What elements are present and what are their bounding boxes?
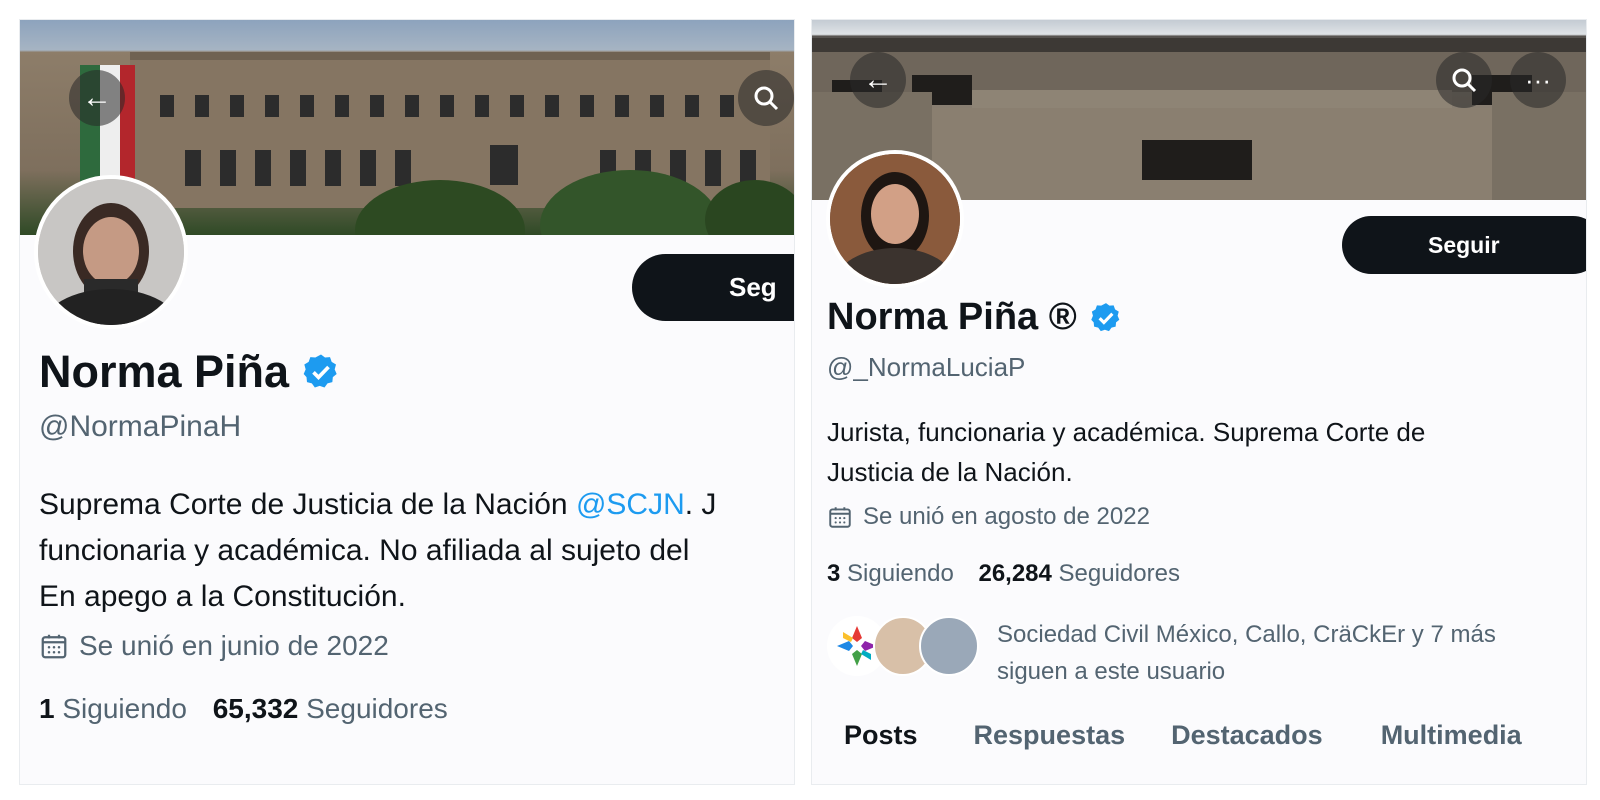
profile-bio: Jurista, funcionaria y académica. Suprem… [827,412,1547,492]
following-label: Siguiendo [847,560,954,587]
bio-line-1: Suprema Corte de Justicia de la Nación @… [39,482,794,528]
profile-panel-right: ← ··· Seguir Norma Piña ® @_NormaLuciaP … [811,19,1587,785]
bio-line-3: En apego a la Constitución. [39,580,406,613]
followers-label: Seguidores [306,693,448,724]
following-link[interactable]: 1 Siguiendo [39,693,187,724]
followers-count: 26,284 [978,560,1052,587]
avatar-image [38,179,184,325]
profile-name-text: Norma Piña ® [827,296,1077,338]
arrow-left-icon: ← [82,81,112,114]
bio-text: Suprema Corte de Justicia de la Nación [39,488,576,521]
avatar[interactable] [826,150,964,288]
calendar-icon [829,507,851,528]
followers-link[interactable]: 65,332 Seguidores [213,693,448,724]
search-button[interactable] [738,70,794,126]
more-button[interactable]: ··· [1510,52,1566,108]
joined-text: Se unió en junio de 2022 [79,630,389,661]
profile-handle: @_NormaLuciaP [827,352,1026,382]
profile-tabs: Posts Respuestas Destacados Multimedia [812,720,1522,751]
follower-avatar [919,616,979,676]
following-label: Siguiendo [62,693,187,724]
profile-bio: Suprema Corte de Justicia de la Nación @… [39,482,794,620]
followed-by-line-2: siguen a este usuario [997,658,1226,685]
bio-line-1: Jurista, funcionaria y académica. Suprem… [827,417,1426,447]
joined-date: Se unió en junio de 2022 [39,630,389,662]
profile-name-text: Norma Piña [39,346,290,397]
joined-text: Se unió en agosto de 2022 [863,503,1150,530]
following-count: 3 [827,560,841,587]
followers-label: Seguidores [1058,560,1180,587]
follow-button[interactable]: Seguir [1342,216,1586,274]
profile-panel-left: ← Seg Norma Piña @NormaPinaH Suprema Cor… [19,19,795,785]
back-button[interactable]: ← [850,52,906,108]
avatar[interactable] [34,175,188,329]
arrow-left-icon: ← [863,63,893,96]
follow-stats: 1 Siguiendo 65,332 Seguidores [39,693,448,725]
follow-button-label: Seguir [1428,231,1500,258]
search-icon [754,86,779,111]
following-link[interactable]: 3 Siguiendo [827,560,954,587]
verified-badge-icon [1091,302,1120,331]
back-button[interactable]: ← [69,70,125,126]
avatar-image [830,154,960,284]
followed-by-line-1: Sociedad Civil México, Callo, CräCkEr y … [997,621,1496,648]
more-dots-icon: ··· [1525,65,1551,95]
followers-link[interactable]: 26,284 Seguidores [978,560,1180,587]
tab-respuestas[interactable]: Respuestas [974,720,1126,751]
joined-date: Se unió en agosto de 2022 [827,503,1150,531]
verified-badge-icon [303,354,337,388]
tab-destacados[interactable]: Destacados [1171,720,1323,751]
tab-posts[interactable]: Posts [844,720,918,751]
bio-line-2: funcionaria y académica. No afiliada al … [39,534,690,567]
following-count: 1 [39,693,55,724]
search-icon [1452,68,1477,93]
search-button[interactable] [1436,52,1492,108]
bio-text: . J [684,488,717,521]
follow-button[interactable]: Seg [632,254,794,321]
profile-handle: @NormaPinaH [39,410,242,443]
bio-line-2: Justicia de la Nación. [827,457,1073,487]
followed-by[interactable]: Sociedad Civil México, Callo, CräCkEr y … [827,616,1557,690]
profile-name: Norma Piña ® [827,296,1123,339]
mention-link[interactable]: @SCJN [576,488,685,521]
tab-multimedia[interactable]: Multimedia [1381,720,1522,751]
followed-by-text: Sociedad Civil México, Callo, CräCkEr y … [997,616,1557,690]
follow-stats: 3 Siguiendo 26,284 Seguidores [827,560,1180,588]
follow-button-label: Seg [729,272,777,302]
profile-name: Norma Piña [39,346,341,398]
followers-count: 65,332 [212,693,299,724]
calendar-icon [41,634,67,659]
